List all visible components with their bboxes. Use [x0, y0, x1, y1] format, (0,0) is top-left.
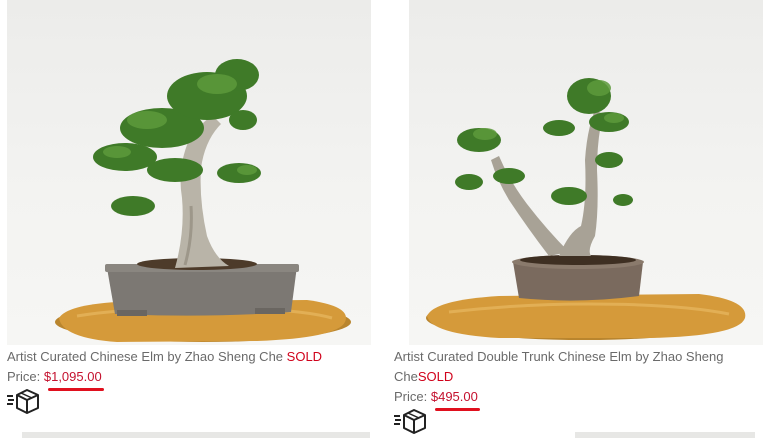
sold-badge: SOLD	[417, 369, 454, 384]
price-amount: $495.00	[430, 389, 478, 404]
product-image[interactable]	[7, 0, 371, 345]
product-title-link[interactable]: Artist Curated Chinese Elm by Zhao Sheng…	[7, 349, 283, 364]
next-product-image[interactable]	[22, 432, 370, 438]
price-label: Price:	[7, 369, 41, 384]
price-label: Price:	[394, 389, 428, 404]
sold-badge: SOLD	[286, 349, 323, 364]
shipping-box-icon	[393, 407, 427, 435]
product-title[interactable]: Artist Curated Chinese Elm by Zhao Sheng…	[7, 347, 377, 367]
next-product-image[interactable]	[575, 432, 755, 438]
product-price: Price: $495.00	[394, 387, 478, 407]
product-title[interactable]: Artist Curated Double Trunk Chinese Elm …	[394, 347, 763, 387]
shipping-box-icon	[6, 387, 40, 415]
product-price: Price: $1,095.00	[7, 367, 102, 387]
product-image[interactable]	[409, 0, 763, 345]
price-amount: $1,095.00	[43, 369, 102, 384]
